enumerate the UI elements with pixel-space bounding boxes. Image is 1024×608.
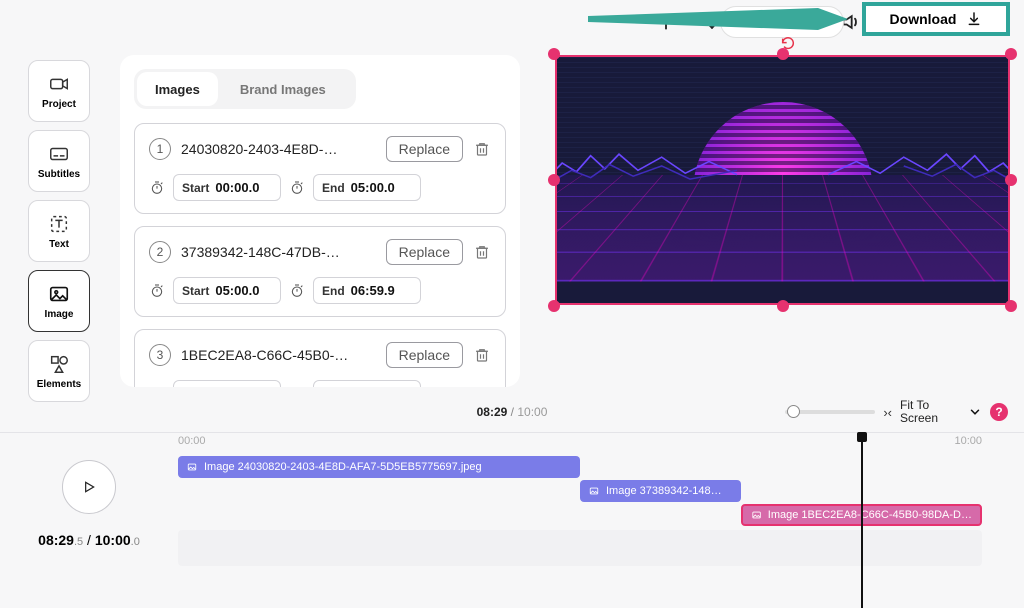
mountain-graphic bbox=[828, 141, 1010, 185]
clip-label: Image 1BEC2EA8-C66C-45B0-98DA-D… bbox=[768, 509, 972, 521]
item-filename: 1BEC2EA8-C66C-45B0-… bbox=[181, 347, 376, 363]
time-row: 08:29 / 10:00 ›‹ Fit To Screen ? bbox=[0, 392, 1024, 432]
stopwatch-icon bbox=[289, 283, 305, 299]
play-button[interactable] bbox=[62, 460, 116, 514]
sidebar-item-label: Project bbox=[42, 99, 76, 110]
item-number: 3 bbox=[149, 344, 171, 366]
timeline-clip[interactable]: Image 24030820-2403-4E8D-AFA7-5D5EB57756… bbox=[178, 456, 580, 478]
help-button[interactable]: ? bbox=[990, 403, 1008, 421]
resize-handle[interactable] bbox=[777, 48, 789, 60]
image-card: 3 1BEC2EA8-C66C-45B0-… Replace Start06:59.9… bbox=[134, 329, 506, 387]
resize-handle[interactable] bbox=[1005, 174, 1017, 186]
chevron-down-icon[interactable] bbox=[968, 405, 982, 419]
image-card: 1 24030820-2403-4E8D-… Replace Start00:00.0… bbox=[134, 123, 506, 214]
zoom-slider[interactable] bbox=[785, 410, 875, 414]
camera-icon bbox=[48, 73, 70, 95]
spacer-pill bbox=[720, 6, 844, 38]
timecode: 08:29.5 / 10:00.0 bbox=[38, 532, 140, 548]
arrow-up-icon[interactable] bbox=[656, 12, 676, 32]
sidebar-item-label: Text bbox=[49, 239, 69, 250]
sidebar-item-project[interactable]: Project bbox=[28, 60, 90, 122]
timeline-clip[interactable]: Image 37389342-148… bbox=[580, 480, 741, 502]
download-button[interactable]: Download bbox=[862, 2, 1010, 36]
sidebar-item-text[interactable]: Text bbox=[28, 200, 90, 262]
image-icon bbox=[48, 283, 70, 305]
item-filename: 37389342-148C-47DB-… bbox=[181, 244, 376, 260]
sidebar-item-subtitles[interactable]: Subtitles bbox=[28, 130, 90, 192]
stopwatch-icon bbox=[149, 180, 165, 196]
tab-images[interactable]: Images bbox=[137, 72, 218, 106]
selected-image[interactable] bbox=[555, 55, 1010, 305]
playback-controls: 08:29.5 / 10:00.0 bbox=[0, 460, 178, 548]
download-icon bbox=[966, 11, 982, 27]
shapes-icon bbox=[48, 353, 70, 375]
time-readout: 08:29 / 10:00 bbox=[477, 405, 548, 419]
resize-handle[interactable] bbox=[548, 300, 560, 312]
resize-handle[interactable] bbox=[1005, 48, 1017, 60]
image-card: 2 37389342-148C-47DB-… Replace Start05:00.0… bbox=[134, 226, 506, 317]
stopwatch-icon bbox=[149, 283, 165, 299]
delete-button[interactable] bbox=[473, 346, 491, 364]
stopwatch-icon bbox=[149, 386, 165, 388]
item-number: 2 bbox=[149, 241, 171, 263]
delete-button[interactable] bbox=[473, 243, 491, 261]
subtitles-icon bbox=[48, 143, 70, 165]
item-filename: 24030820-2403-4E8D-… bbox=[181, 141, 376, 157]
download-label: Download bbox=[890, 11, 957, 27]
start-time-input[interactable]: Start06:59.9 bbox=[173, 380, 281, 387]
stopwatch-icon bbox=[289, 386, 305, 388]
divider bbox=[0, 432, 1024, 433]
sidebar-item-label: Elements bbox=[37, 379, 81, 390]
clip-label: Image 37389342-148… bbox=[606, 485, 722, 497]
resize-handle[interactable] bbox=[1005, 300, 1017, 312]
image-list-panel: Images Brand Images 1 24030820-2403-4E8D-… bbox=[120, 55, 520, 387]
sidebar-item-label: Image bbox=[45, 309, 74, 320]
stopwatch-icon bbox=[289, 180, 305, 196]
resize-handle[interactable] bbox=[777, 300, 789, 312]
start-time-input[interactable]: Start00:00.0 bbox=[173, 174, 281, 201]
canvas-selection[interactable] bbox=[555, 55, 1010, 305]
panel-tabs: Images Brand Images bbox=[134, 69, 356, 109]
resize-handle[interactable] bbox=[548, 48, 560, 60]
sidebar: Project Subtitles Text Image Elements bbox=[28, 60, 90, 402]
item-number: 1 bbox=[149, 138, 171, 160]
start-time-input[interactable]: Start05:00.0 bbox=[173, 277, 281, 304]
fit-to-screen-button[interactable]: Fit To Screen bbox=[900, 399, 960, 425]
arrow-down-icon[interactable] bbox=[702, 12, 722, 32]
end-time-input[interactable]: End05:00.0 bbox=[313, 174, 421, 201]
resize-handle[interactable] bbox=[548, 174, 560, 186]
end-time-input[interactable]: End06:59.9 bbox=[313, 277, 421, 304]
text-icon bbox=[48, 213, 70, 235]
clip-label: Image 24030820-2403-4E8D-AFA7-5D5EB57756… bbox=[204, 461, 482, 473]
replace-button[interactable]: Replace bbox=[386, 239, 463, 265]
playhead[interactable] bbox=[861, 432, 863, 608]
sidebar-item-label: Subtitles bbox=[38, 169, 80, 180]
fit-icon: ›‹ bbox=[883, 405, 892, 420]
delete-button[interactable] bbox=[473, 140, 491, 158]
mountain-graphic bbox=[555, 141, 737, 185]
replace-button[interactable]: Replace bbox=[386, 342, 463, 368]
tab-brand-images[interactable]: Brand Images bbox=[222, 72, 344, 106]
sidebar-item-image[interactable]: Image bbox=[28, 270, 90, 332]
play-icon bbox=[81, 479, 97, 495]
end-time-input[interactable]: End10:00.0 bbox=[313, 380, 421, 387]
replace-button[interactable]: Replace bbox=[386, 136, 463, 162]
